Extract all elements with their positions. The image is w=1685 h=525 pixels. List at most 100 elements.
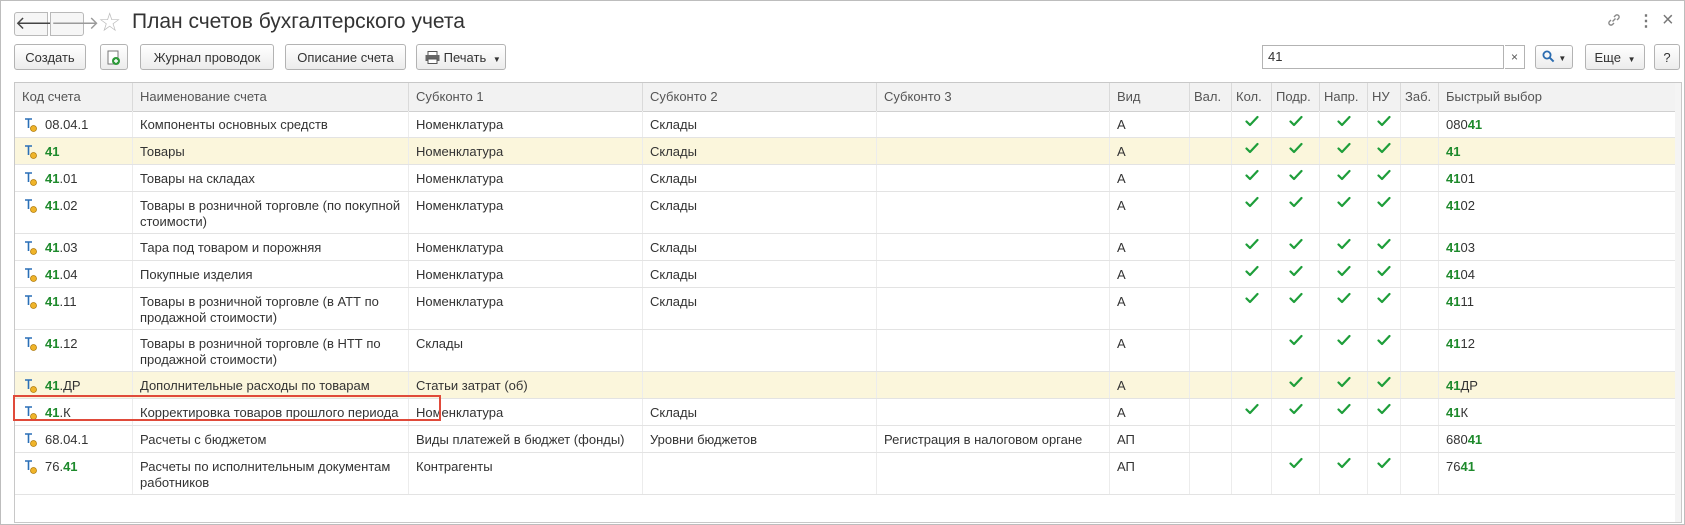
checkmark-icon bbox=[1336, 238, 1351, 253]
account-code-hit: 41 bbox=[45, 294, 60, 309]
quick-select-hit: 41 bbox=[1446, 336, 1461, 351]
col-offbalance-cell bbox=[1401, 330, 1439, 371]
col-subconto-2-cell: Склады bbox=[643, 192, 877, 233]
checkmark-icon bbox=[1288, 238, 1303, 253]
table-row[interactable]: 08.04.1 Компоненты основных средств Номенк… bbox=[15, 111, 1681, 138]
checkmark-icon bbox=[1244, 403, 1259, 418]
col-subconto-3-cell: Регистрация в налоговом органе bbox=[877, 426, 1110, 452]
header-col-quantity[interactable]: Кол. bbox=[1232, 83, 1272, 111]
col-quick-select-cell: 68041 bbox=[1439, 426, 1677, 452]
search-options-button[interactable]: ▼ bbox=[1535, 45, 1573, 69]
col-type-cell: А bbox=[1110, 288, 1190, 329]
header-col-subconto-1[interactable]: Субконто 1 bbox=[409, 83, 643, 111]
more-button[interactable]: Еще ▼ bbox=[1585, 44, 1645, 70]
col-tax-cell bbox=[1368, 399, 1401, 425]
quick-select-pre: 680 bbox=[1446, 432, 1468, 447]
col-type-cell: АП bbox=[1110, 453, 1190, 494]
account-type-icon bbox=[24, 378, 38, 394]
col-offbalance-cell bbox=[1401, 165, 1439, 191]
col-type-cell: А bbox=[1110, 234, 1190, 260]
header-col-currency[interactable]: Вал. bbox=[1190, 83, 1232, 111]
header-col-offbalance[interactable]: Заб. bbox=[1401, 83, 1439, 111]
col-direction-cell bbox=[1320, 330, 1368, 371]
col-code-cell: 41.04 bbox=[15, 261, 133, 287]
account-code-hit: 41 bbox=[45, 336, 60, 351]
link-icon[interactable] bbox=[1606, 12, 1622, 33]
vertical-scrollbar[interactable] bbox=[1675, 83, 1681, 522]
back-button[interactable]: 🡐 bbox=[14, 12, 63, 36]
journal-button[interactable]: Журнал проводок bbox=[140, 44, 274, 70]
account-type-icon bbox=[24, 459, 38, 475]
account-code-hit: 41 bbox=[45, 240, 60, 255]
col-code-cell: 41 bbox=[15, 138, 133, 164]
create-button[interactable]: Создать bbox=[14, 44, 86, 70]
col-quantity-cell bbox=[1232, 261, 1272, 287]
account-code-post: .02 bbox=[59, 198, 78, 213]
checkmark-icon bbox=[1288, 196, 1303, 211]
col-quick-select-cell: 4112 bbox=[1439, 330, 1677, 371]
col-name-cell: Расчеты по исполнительным документам раб… bbox=[133, 453, 409, 494]
account-code-pre: 68.04.1 bbox=[45, 432, 89, 447]
checkmark-icon bbox=[1377, 169, 1391, 184]
forward-button[interactable]: 🡒 bbox=[50, 12, 99, 36]
account-code-hit: 41 bbox=[45, 171, 60, 186]
table-row[interactable]: 68.04.1 Расчеты с бюджетом Виды платежей в… bbox=[15, 426, 1681, 453]
header-col-quick-select[interactable]: Быстрый выбор bbox=[1439, 83, 1677, 111]
table-row[interactable]: 41.01 Товары на складах Номенклатура Склады… bbox=[15, 165, 1681, 192]
checkmark-icon bbox=[1288, 142, 1303, 157]
quick-select-hit: 41 bbox=[1467, 432, 1483, 447]
col-subconto-2-cell: Склады bbox=[643, 288, 877, 329]
header-col-tax[interactable]: НУ bbox=[1368, 83, 1401, 111]
print-button[interactable]: Печать ▼ bbox=[416, 44, 506, 70]
checkmark-icon bbox=[1336, 265, 1351, 280]
chevron-down-icon: ▼ bbox=[1627, 55, 1636, 64]
close-icon[interactable]: × bbox=[1662, 9, 1674, 32]
account-code-hit: 41 bbox=[45, 198, 60, 213]
quick-select-hit: 41 bbox=[1446, 240, 1461, 255]
header-col-name[interactable]: Наименование счета bbox=[133, 83, 409, 111]
col-code-cell: 41.03 bbox=[15, 234, 133, 260]
header-col-subconto-3[interactable]: Субконто 3 bbox=[877, 83, 1110, 111]
chevron-down-icon: ▼ bbox=[1558, 54, 1567, 63]
quick-select-hit: 41 bbox=[1446, 405, 1461, 420]
table-row[interactable]: 41.02 Товары в розничной торговле (по пок… bbox=[15, 192, 1681, 234]
account-type-icon bbox=[24, 267, 38, 283]
checkmark-icon bbox=[1377, 334, 1391, 349]
add-copy-button[interactable] bbox=[100, 44, 128, 70]
printer-icon bbox=[425, 51, 440, 64]
header-col-code[interactable]: Код счета bbox=[15, 83, 133, 111]
table-row[interactable]: 41.12 Товары в розничной торговле (в НТТ … bbox=[15, 330, 1681, 372]
col-quick-select-cell: 4103 bbox=[1439, 234, 1677, 260]
account-type-icon bbox=[24, 171, 38, 187]
quick-select-hit: 41 bbox=[1446, 171, 1461, 186]
col-subconto-1-cell: Виды платежей в бюджет (фонды) bbox=[409, 426, 643, 452]
checkmark-icon bbox=[1377, 265, 1391, 280]
help-button[interactable]: ? bbox=[1654, 44, 1680, 70]
header-col-type[interactable]: Вид bbox=[1110, 83, 1190, 111]
header-col-direction[interactable]: Напр. bbox=[1320, 83, 1368, 111]
description-button[interactable]: Описание счета bbox=[285, 44, 406, 70]
account-code-post: .04 bbox=[59, 267, 78, 282]
checkmark-icon bbox=[1336, 403, 1351, 418]
more-vert-icon[interactable]: ⋮ bbox=[1638, 11, 1654, 31]
col-division-cell bbox=[1272, 330, 1320, 371]
col-code-cell: 68.04.1 bbox=[15, 426, 133, 452]
table-row[interactable]: 76.41 Расчеты по исполнительным документа… bbox=[15, 453, 1681, 495]
favorite-star-icon[interactable]: ☆ bbox=[98, 9, 121, 35]
account-code-hit: 41 bbox=[45, 378, 60, 393]
header-col-subconto-2[interactable]: Субконто 2 bbox=[643, 83, 877, 111]
col-offbalance-cell bbox=[1401, 138, 1439, 164]
search-input[interactable]: 41 bbox=[1262, 45, 1504, 69]
table-row[interactable]: 41.03 Тара под товаром и порожняя Номенкла… bbox=[15, 234, 1681, 261]
table-row[interactable]: 41.11 Товары в розничной торговле (в АТТ … bbox=[15, 288, 1681, 330]
table-header: Код счета Наименование счета Субконто 1 Суб… bbox=[15, 83, 1681, 112]
col-name-cell: Покупные изделия bbox=[133, 261, 409, 287]
col-offbalance-cell bbox=[1401, 372, 1439, 398]
header-col-division[interactable]: Подр. bbox=[1272, 83, 1320, 111]
table-row[interactable]: 41 Товары Номенклатура Склады А 41 bbox=[15, 138, 1681, 165]
clear-search-button[interactable]: × bbox=[1505, 45, 1525, 69]
col-type-cell: А bbox=[1110, 261, 1190, 287]
account-code-hit: 41 bbox=[45, 144, 60, 159]
table-row[interactable]: 41.04 Покупные изделия Номенклатура Склады А… bbox=[15, 261, 1681, 288]
col-quantity-cell bbox=[1232, 111, 1272, 137]
